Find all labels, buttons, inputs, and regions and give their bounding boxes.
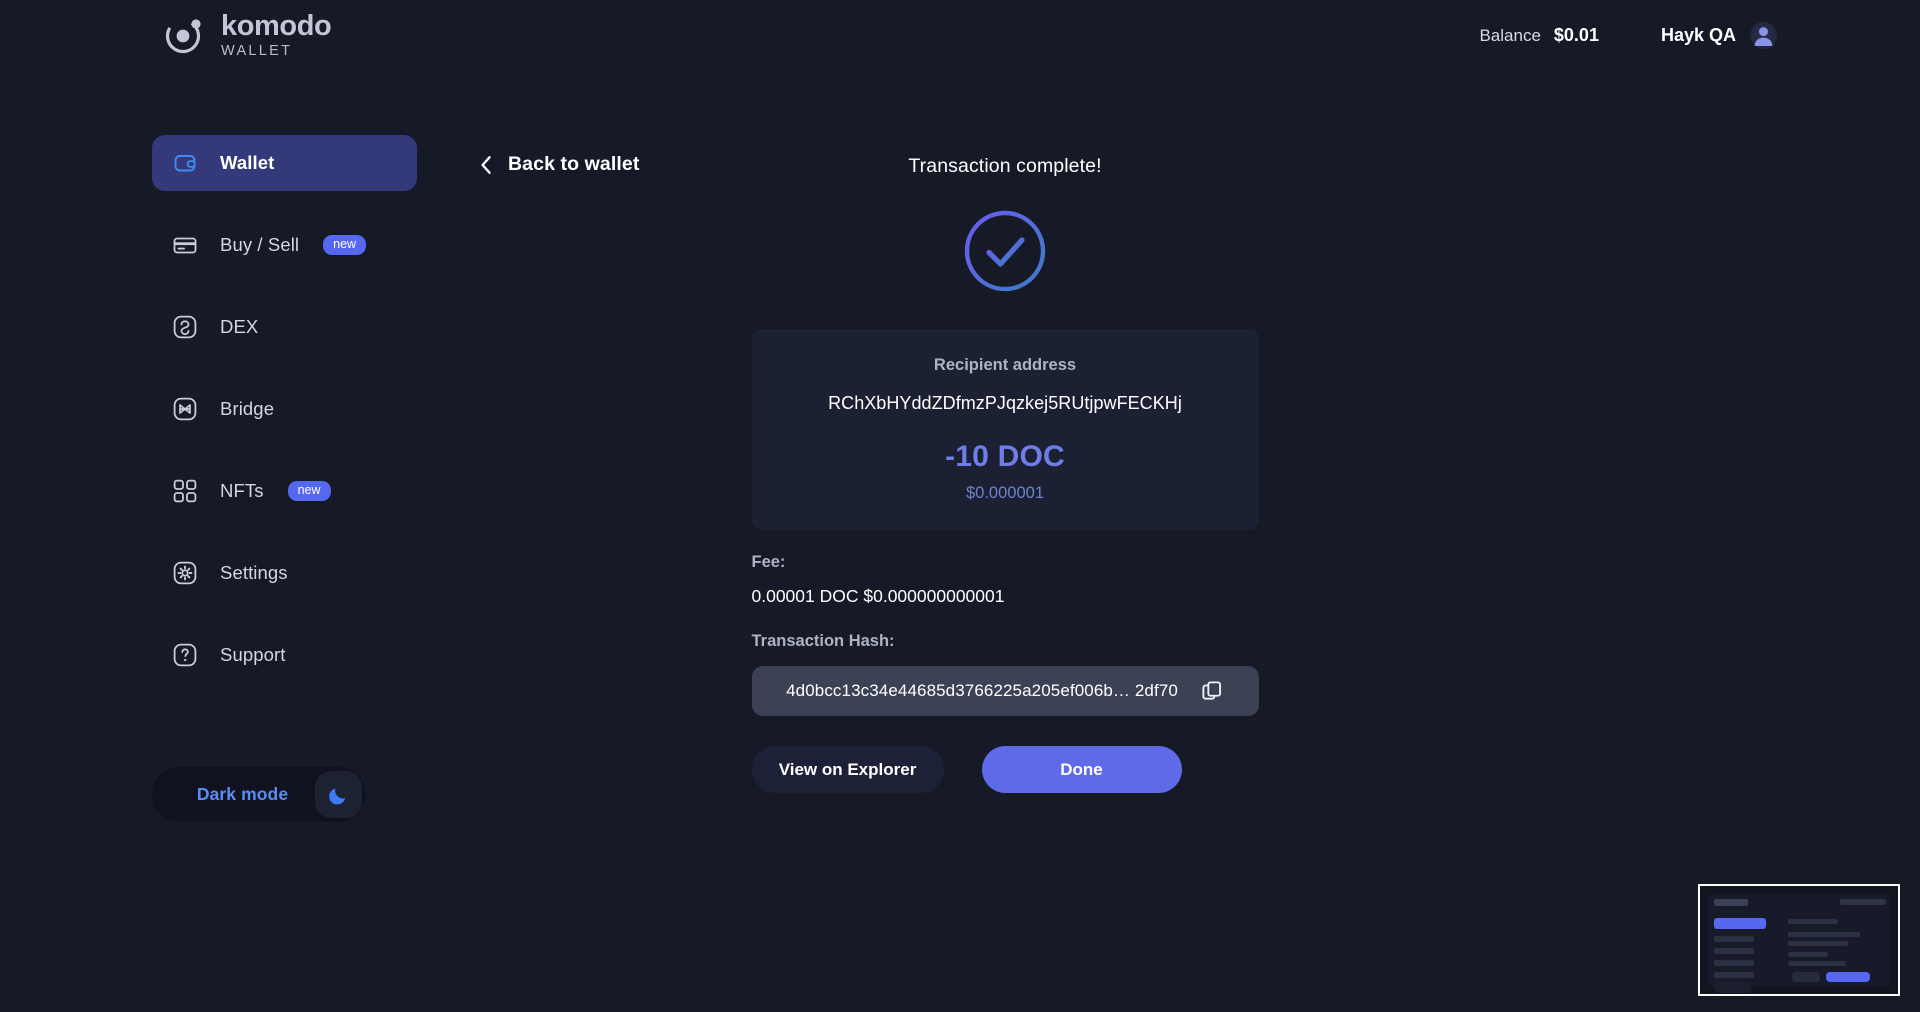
card-icon [172,232,198,258]
user-menu[interactable]: Hayk QA [1661,22,1777,49]
recipient-address-value: RChXbHYddZDfmzPJqzkej5RUtjpwFECKHj [828,393,1182,413]
komodo-logo-icon [163,13,207,57]
recipient-address-label: Recipient address [933,356,1077,374]
fee-label: Fee: [751,553,786,571]
brand-logo[interactable]: komodo WALLET [163,10,332,59]
app-header: komodo WALLET Balance $0.01 Hayk QA [0,0,1920,82]
badge-new: new [323,235,367,255]
wallet-icon [172,150,198,176]
thumbnail-primary-button [1826,972,1870,982]
done-button[interactable]: Done [981,746,1182,793]
user-avatar-icon [1750,22,1777,49]
check-circle-icon [962,208,1048,299]
thumbnail-nav-item [1714,936,1754,942]
recipient-card: Recipient address RChXbHYddZDfmzPJqzkej5… [751,329,1259,530]
balance-label: Balance [1479,25,1541,45]
screen-preview-thumbnail[interactable] [1698,884,1900,996]
sidebar-item-bridge[interactable]: Bridge [152,381,417,437]
question-icon [172,642,198,668]
back-to-wallet-button[interactable]: Back to wallet [480,153,639,176]
sidebar-item-label: Settings [220,562,288,583]
sidebar-item-label: Wallet [220,152,275,173]
moon-icon[interactable] [315,771,362,818]
sidebar-item-dex[interactable]: DEX [152,299,417,355]
swap-icon [172,314,198,340]
thumbnail-panel-line [1788,932,1860,937]
transaction-amount-fiat: $0.000001 [966,484,1044,502]
sidebar-item-nfts[interactable]: NFTs new [152,463,417,519]
sidebar-item-settings[interactable]: Settings [152,545,417,601]
sidebar-nav: Wallet Buy / Sell new DEX Bridge NFTs ne… [152,135,417,709]
dark-mode-toggle[interactable]: Dark mode [152,767,366,822]
thumbnail-panel-line [1788,952,1828,957]
sidebar-item-wallet[interactable]: Wallet [152,135,417,191]
thumbnail-secondary-button [1792,972,1820,982]
sidebar-item-support[interactable]: Support [152,627,417,683]
header-right: Balance $0.01 Hayk QA [1479,22,1777,49]
thumbnail-content [1700,886,1898,994]
sidebar-item-label: Bridge [220,398,275,419]
balance-display: Balance $0.01 [1479,25,1598,46]
sidebar-item-buy-sell[interactable]: Buy / Sell new [152,217,417,273]
sidebar-item-label: Support [220,644,286,665]
transaction-hash-field[interactable]: 4d0bcc13c34e44685d3766225a205ef006b… 2df… [751,666,1259,716]
app-root: komodo WALLET Balance $0.01 Hayk QA Wall… [0,0,1920,1012]
action-buttons: View on Explorer Done [751,746,1259,793]
copy-icon[interactable] [1200,679,1224,703]
thumbnail-nav-item [1714,948,1754,954]
grid-icon [172,478,198,504]
thumbnail-header-right [1840,899,1886,905]
transaction-panel: Transaction complete! Recipient address … [750,135,1260,793]
thumbnail-panel-line [1788,941,1848,946]
thumbnail-panel-line [1788,919,1838,924]
back-to-wallet-label: Back to wallet [508,153,640,175]
gear-icon [172,560,198,586]
user-name: Hayk QA [1660,25,1736,45]
sidebar-item-label: DEX [220,316,259,337]
dark-mode-label: Dark mode [196,784,289,804]
chevron-left-icon [480,155,492,175]
transaction-amount: -10 DOC [945,440,1065,473]
page-title: Transaction complete! [908,155,1102,177]
balance-value: $0.01 [1553,25,1599,45]
badge-new: new [287,481,331,501]
bridge-icon [172,396,198,422]
sidebar-item-label: Buy / Sell [220,234,300,255]
thumbnail-theme-toggle [1714,982,1752,993]
thumbnail-active-nav [1714,918,1766,929]
transaction-hash-block: Transaction Hash: 4d0bcc13c34e44685d3766… [751,632,1259,716]
fee-block: Fee: 0.00001 DOC $0.000000000001 [752,553,1259,607]
thumbnail-nav-item [1714,960,1754,966]
transaction-hash-value: 4d0bcc13c34e44685d3766225a205ef006b… 2df… [786,681,1178,700]
brand-subtitle: WALLET [221,43,293,59]
sidebar-item-label: NFTs [220,480,264,501]
brand-name: komodo [221,10,332,42]
fee-value: 0.00001 DOC $0.000000000001 [751,586,1005,606]
thumbnail-nav-item [1714,972,1754,978]
view-on-explorer-button[interactable]: View on Explorer [751,746,944,793]
transaction-hash-label: Transaction Hash: [751,632,895,650]
thumbnail-logo [1714,899,1748,906]
thumbnail-panel-line [1788,961,1846,966]
